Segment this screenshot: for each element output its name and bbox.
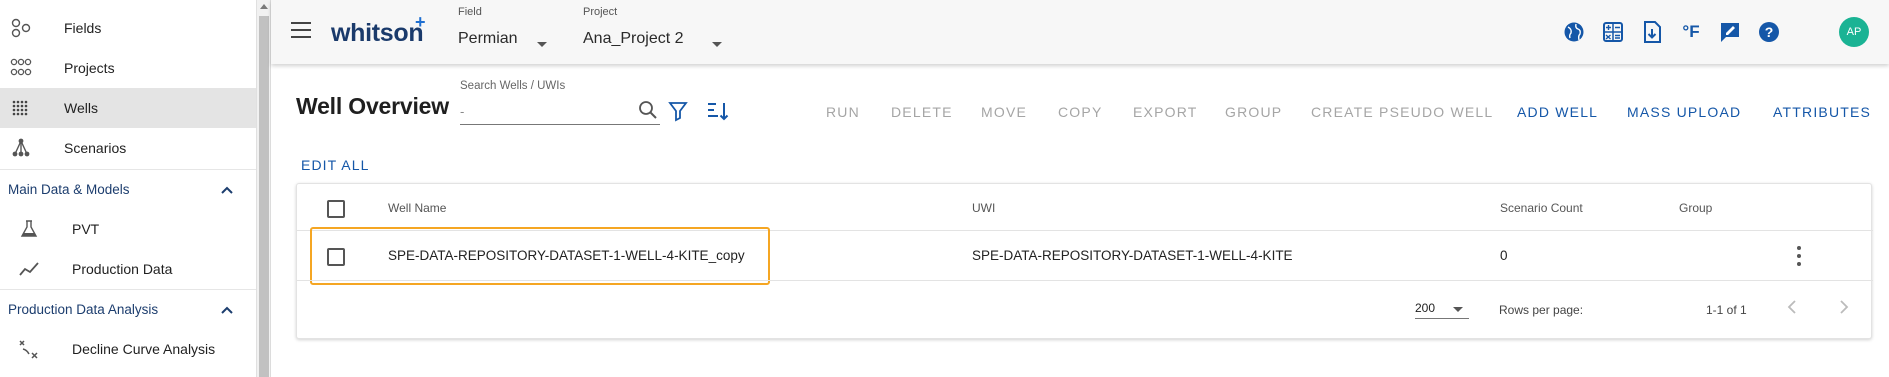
- help-icon[interactable]: ?: [1757, 20, 1781, 44]
- sidebar-item-label: PVT: [72, 221, 100, 237]
- sidebar-item-label: Decline Curve Analysis: [72, 341, 216, 357]
- project-select[interactable]: Project Ana_Project 2: [583, 6, 733, 47]
- sidebar-scrollbar[interactable]: [256, 0, 270, 377]
- select-all-checkbox[interactable]: [327, 200, 345, 218]
- run-button[interactable]: RUN: [826, 104, 860, 120]
- create-pseudo-well-button[interactable]: CREATE PSEUDO WELL: [1311, 104, 1493, 120]
- sidebar-item-label: Production Data: [72, 261, 173, 277]
- copy-button[interactable]: COPY: [1058, 104, 1102, 120]
- sidebar-item-fields[interactable]: Fields: [0, 8, 256, 48]
- chevron-up-icon: [221, 186, 233, 194]
- calculator-icon[interactable]: [1601, 20, 1625, 44]
- export-button[interactable]: EXPORT: [1133, 104, 1198, 120]
- sidebar-item-pvt[interactable]: PVT: [0, 209, 256, 249]
- fahrenheit-icon[interactable]: °F: [1679, 20, 1703, 44]
- top-app-bar: whitson + Field Permian Project Ana_Proj…: [271, 0, 1889, 64]
- column-header-group[interactable]: Group: [1679, 201, 1712, 215]
- scenario-count-cell: 0: [1500, 248, 1508, 263]
- delete-button[interactable]: DELETE: [891, 104, 953, 120]
- attributes-button[interactable]: ATTRIBUTES: [1773, 104, 1871, 120]
- sidebar-item-production-data[interactable]: Production Data: [0, 249, 256, 289]
- move-button[interactable]: MOVE: [981, 104, 1027, 120]
- group-button[interactable]: GROUP: [1225, 104, 1282, 120]
- field-caption: Field: [458, 6, 482, 18]
- section-label: Main Data & Models: [8, 182, 130, 197]
- rows-per-page-value: 200: [1415, 301, 1436, 315]
- sidebar-item-wells[interactable]: Wells: [0, 88, 256, 128]
- chevron-up-icon: [221, 306, 233, 314]
- scenarios-tree-icon: [8, 135, 34, 161]
- globe-icon[interactable]: [1562, 20, 1586, 44]
- chevron-down-icon: [1453, 307, 1463, 312]
- sort-icon[interactable]: [706, 100, 730, 122]
- scroll-thumb[interactable]: [259, 16, 269, 377]
- sidebar-item-label: Fields: [64, 20, 102, 36]
- search-icon[interactable]: [638, 100, 658, 120]
- next-page-icon[interactable]: [1834, 298, 1852, 316]
- column-header-well-name[interactable]: Well Name: [388, 201, 446, 215]
- project-caption: Project: [583, 6, 618, 18]
- row-highlight-box: [310, 227, 770, 285]
- sidebar-item-scenarios[interactable]: Scenarios: [0, 128, 256, 168]
- column-header-uwi[interactable]: UWI: [972, 201, 995, 215]
- filter-icon[interactable]: [668, 100, 688, 122]
- search-caption: Search Wells / UWIs: [460, 80, 566, 92]
- avatar[interactable]: AP: [1839, 17, 1869, 47]
- wells-table: Well Name UWI Scenario Count Group SPE-D…: [296, 183, 1873, 339]
- sidebar-item-projects[interactable]: Projects: [0, 48, 256, 88]
- more-vert-icon[interactable]: [1797, 246, 1803, 266]
- mass-upload-button[interactable]: MASS UPLOAD: [1627, 104, 1741, 120]
- sidebar-item-label: Projects: [64, 60, 115, 76]
- field-select[interactable]: Field Permian: [458, 6, 558, 47]
- search-field: Search Wells / UWIs: [460, 80, 660, 126]
- sidebar-item-decline-curve-analysis[interactable]: Decline Curve Analysis: [0, 329, 256, 369]
- flask-icon: [16, 216, 42, 242]
- page-range: 1-1 of 1: [1706, 303, 1747, 317]
- sidebar: Fields Projects Wells Scenarios Main Dat…: [0, 0, 256, 377]
- column-header-scenario-count[interactable]: Scenario Count: [1500, 201, 1583, 215]
- app-root: Fields Projects Wells Scenarios Main Dat…: [0, 0, 1889, 377]
- toolbar-icons: °F ?: [271, 20, 1889, 44]
- section-production-data-analysis[interactable]: Production Data Analysis: [0, 289, 256, 329]
- rows-per-page-select[interactable]: 200: [1415, 295, 1469, 319]
- search-input[interactable]: [460, 99, 660, 125]
- fields-icon: [8, 15, 34, 41]
- sidebar-item-label: Scenarios: [64, 140, 127, 156]
- row-divider: [297, 280, 1873, 281]
- edit-all-button[interactable]: EDIT ALL: [301, 157, 369, 173]
- feedback-icon[interactable]: [1718, 20, 1742, 44]
- previous-page-icon[interactable]: [1784, 298, 1802, 316]
- page-title: Well Overview: [296, 93, 449, 119]
- projects-icon: [8, 55, 34, 81]
- rows-per-page-label: Rows per page:: [1499, 303, 1584, 317]
- dca-icon: [16, 336, 42, 362]
- svg-text:?: ?: [1765, 24, 1774, 40]
- line-chart-icon: [16, 256, 42, 282]
- section-main-data-models[interactable]: Main Data & Models: [0, 169, 256, 209]
- download-file-icon[interactable]: [1640, 20, 1664, 44]
- wells-grid-icon: [8, 95, 34, 121]
- section-label: Production Data Analysis: [8, 302, 159, 317]
- sidebar-item-label: Wells: [64, 100, 98, 116]
- scroll-up-arrow-icon[interactable]: [260, 4, 268, 9]
- add-well-button[interactable]: ADD WELL: [1517, 104, 1598, 120]
- uwi-cell: SPE-DATA-REPOSITORY-DATASET-1-WELL-4-KIT…: [972, 248, 1293, 263]
